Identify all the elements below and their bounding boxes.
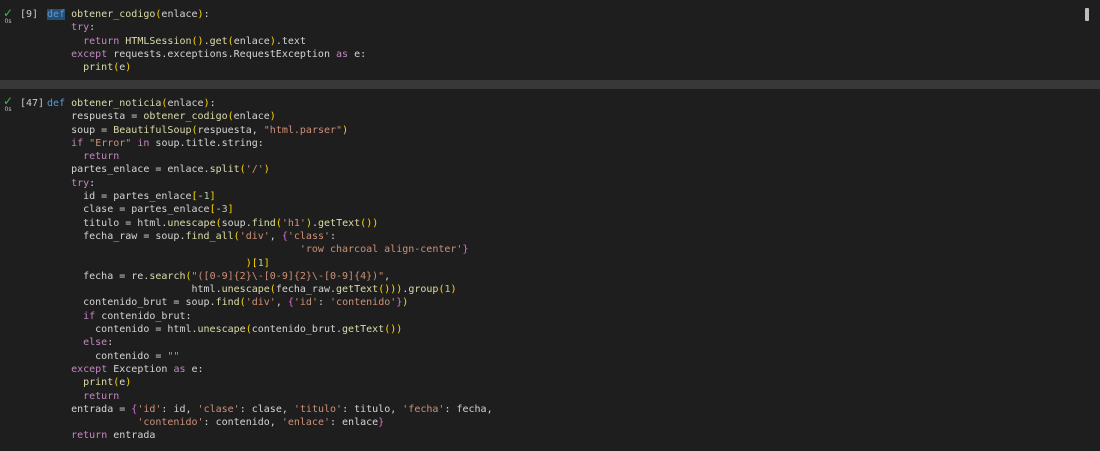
execution-count: [47] [20,98,45,109]
code-line: clase = partes_enlace[-3] [47,204,234,216]
code-line: )[1] [245,257,270,269]
notebook: ✓ 0s [9] def obtener_codigo(enlace): try… [0,0,1100,451]
execution-count: [9] [20,9,39,20]
code-line: if "Error" in soup.title.string: [71,137,264,149]
code-line: id = partes_enlace[-1] [47,191,216,203]
code-line: return [83,151,120,163]
code-line: print(e) [83,377,132,389]
code-line: 'row charcoal align-center'} [299,244,469,256]
code-line: def obtener_noticia(enlace): [47,98,216,109]
cell-status: ✓ 0s [1,94,15,114]
code-line: else: [83,337,114,349]
code-line: respuesta = obtener_codigo(enlace) [47,111,276,123]
code-line: def obtener_codigo(enlace): [47,9,210,20]
code-line: if contenido_brut: [83,310,192,322]
code-line: contenido = "" [47,350,180,362]
code-line: entrada = {'id': id, 'clase': clase, 'ti… [47,403,493,415]
check-icon: ✓ [2,94,14,108]
code-editor[interactable]: def obtener_codigo(enlace): try: return … [47,8,366,74]
scrollbar[interactable] [1085,8,1089,21]
code-line: print(e) [83,62,132,74]
code-line: soup = BeautifulSoup(respuesta, "html.pa… [47,124,349,136]
code-line: partes_enlace = enlace.split('/') [47,164,270,176]
code-line: return entrada [71,430,156,442]
code-line: 'contenido': contenido, 'enlace': enlace… [137,417,385,429]
code-line: return HTMLSession().get(enlace).text [83,35,306,47]
code-line: contenido = html.unescape(contenido_brut… [47,324,403,336]
code-line: contenido_brut = soup.find('div', {'id':… [47,297,409,309]
check-icon: ✓ [2,6,14,20]
code-line: try: [71,177,96,189]
code-editor[interactable]: def obtener_noticia(enlace): respuesta =… [47,97,493,443]
code-line: except requests.exceptions.RequestExcept… [71,48,367,60]
code-line: try: [71,22,96,34]
code-cell-1[interactable]: ✓ 0s [9] def obtener_codigo(enlace): try… [0,0,1100,80]
code-line: fecha = re.search("([0-9]{2}\-[0-9]{2}\-… [47,270,391,282]
code-line: html.unescape(fecha_raw.getText())).grou… [47,284,457,296]
code-line: fecha_raw = soup.find_all('div', {'class… [47,230,337,242]
cell-gutter [0,89,14,451]
code-line: except Exception as e: [71,363,204,375]
cell-status: ✓ 0s [1,6,15,26]
code-line: titulo = html.unescape(soup.find('h1').g… [47,217,379,229]
code-line: return [83,390,120,402]
code-cell-2[interactable]: ✓ 0s [47] def obtener_noticia(enlace): r… [0,89,1100,451]
